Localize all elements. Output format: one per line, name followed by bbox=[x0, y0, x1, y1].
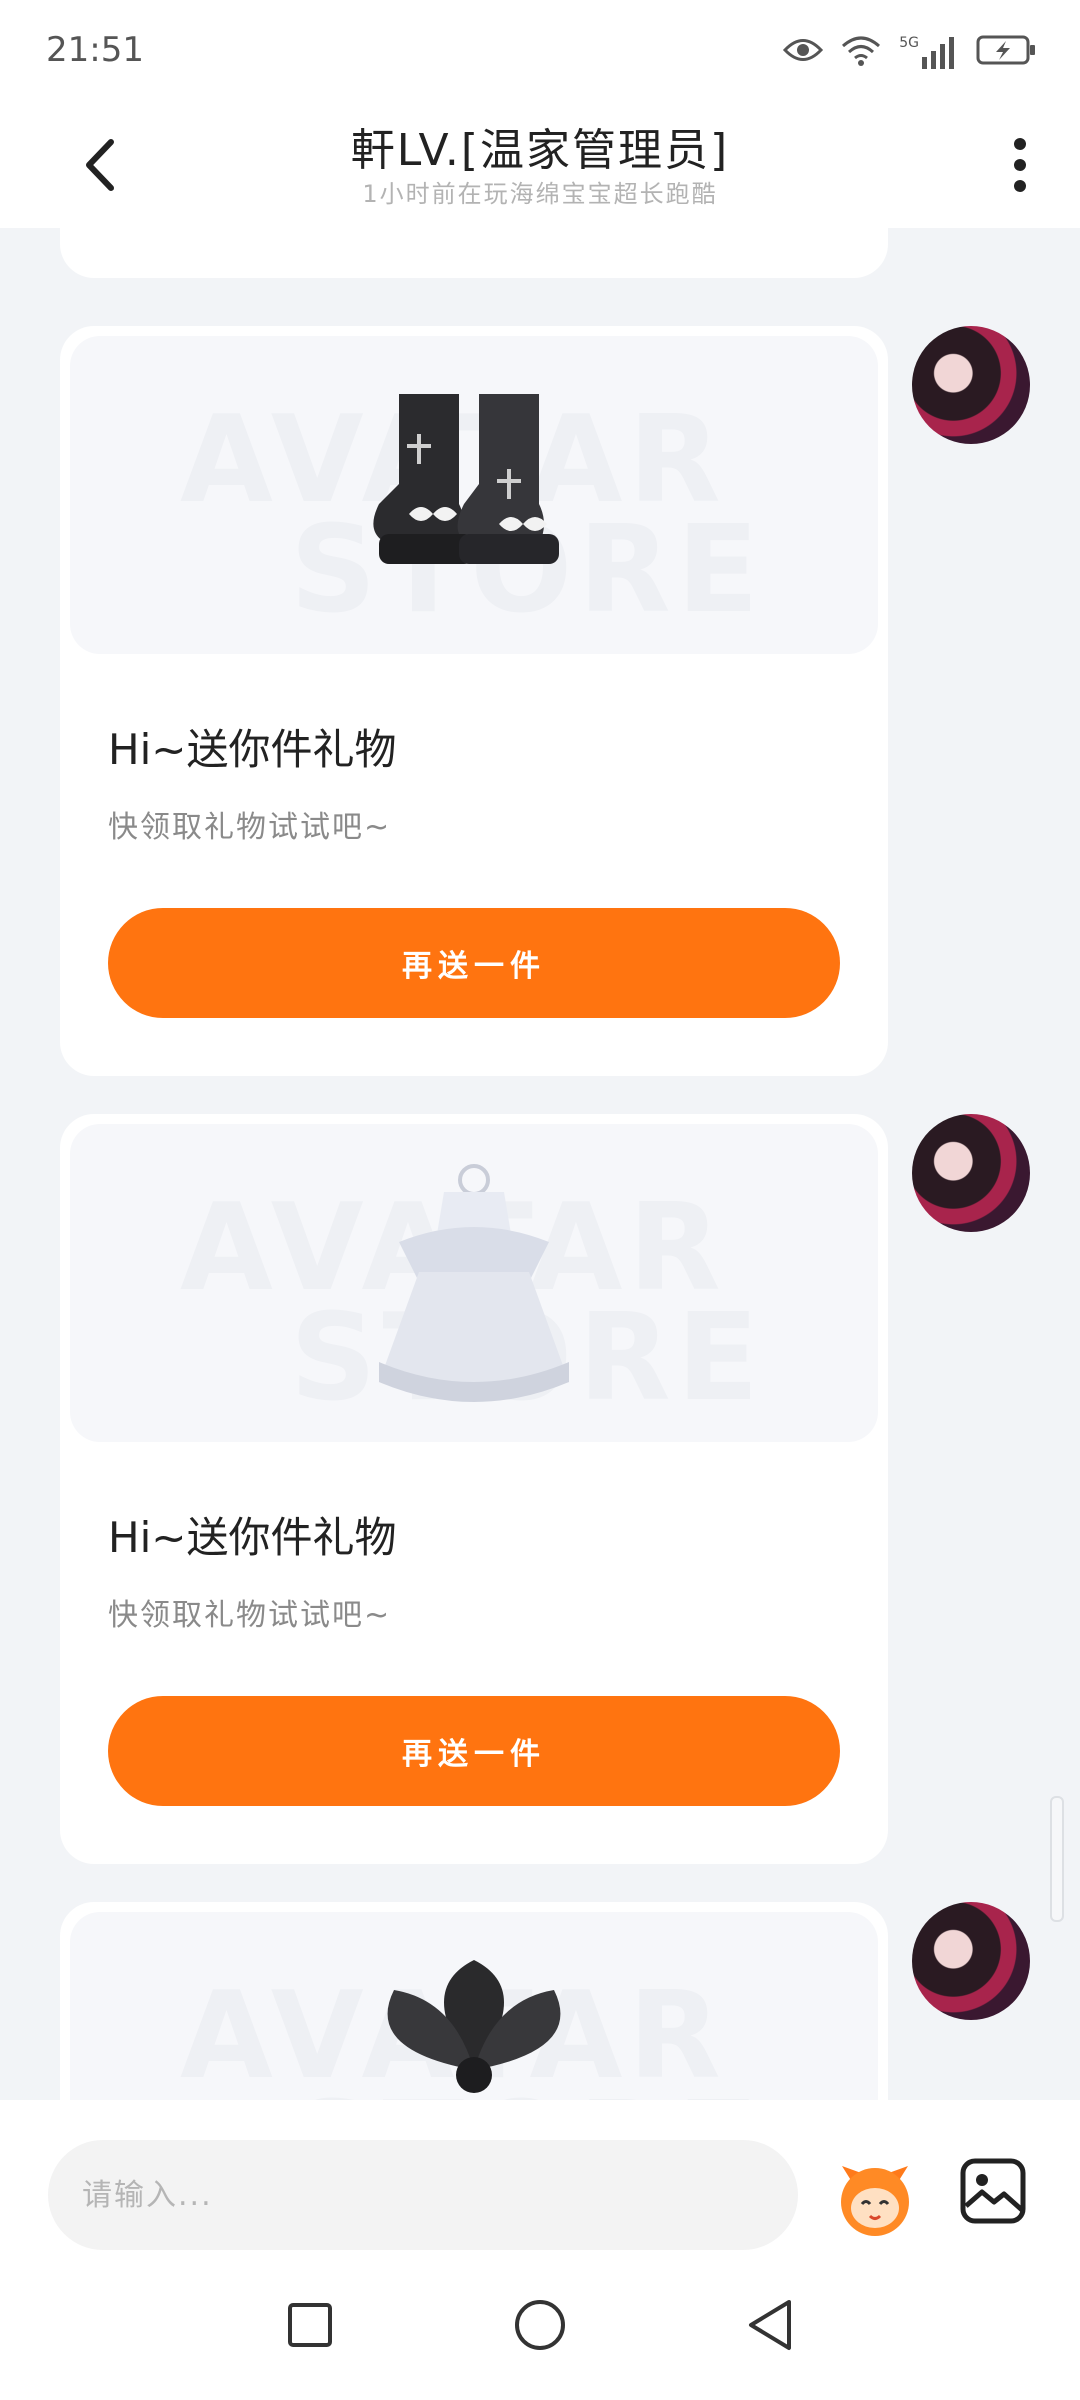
avatar[interactable] bbox=[912, 1114, 1030, 1232]
boots-icon bbox=[373, 394, 559, 564]
flower-hair-icon bbox=[387, 1960, 561, 2093]
gift-card: AVATARSTORE bbox=[60, 1902, 888, 2100]
chat-messages[interactable]: AVATARSTORE Hi~送你件礼物 快领取礼物试试吧~ 再送一件 AVAT… bbox=[0, 228, 1080, 2100]
image-icon bbox=[960, 2158, 1026, 2224]
eye-icon bbox=[783, 37, 824, 67]
network-type-label: 5G bbox=[899, 35, 919, 51]
chat-title: 軒LV.[温家管理员] bbox=[350, 125, 730, 176]
avatar[interactable] bbox=[912, 1902, 1030, 2020]
gift-image[interactable]: AVATARSTORE bbox=[70, 1124, 878, 1442]
signal-icon: 5G bbox=[899, 35, 958, 69]
chat-subtitle: 1小时前在玩海绵宝宝超长跑酷 bbox=[362, 180, 718, 208]
gift-card: AVATARSTORE Hi~送你件礼物 快领取礼物试试吧~ 再送一件 bbox=[60, 1114, 888, 1864]
gift-card-partial-top bbox=[60, 228, 888, 278]
back-nav-button[interactable] bbox=[735, 2290, 805, 2360]
chat-header: 軒LV.[温家管理员] 1小时前在玩海绵宝宝超长跑酷 bbox=[0, 110, 1080, 228]
status-time: 21:51 bbox=[46, 30, 144, 70]
circle-icon bbox=[515, 2300, 565, 2350]
gift-card: AVATARSTORE Hi~送你件礼物 快领取礼物试试吧~ 再送一件 bbox=[60, 326, 888, 1076]
gift-title: Hi~送你件礼物 bbox=[108, 1513, 397, 1562]
gift-description: 快领取礼物试试吧~ bbox=[108, 1598, 392, 1633]
gift-image[interactable]: AVATARSTORE bbox=[70, 336, 878, 654]
system-nav-bar bbox=[0, 2260, 1080, 2400]
gift-title: Hi~送你件礼物 bbox=[108, 725, 397, 774]
send-another-button[interactable]: 再送一件 bbox=[108, 1696, 840, 1806]
status-icons: 5G bbox=[783, 30, 1036, 74]
mascot-icon bbox=[841, 2166, 909, 2236]
scrollbar[interactable] bbox=[1050, 1796, 1064, 1922]
dress-icon bbox=[379, 1164, 569, 1402]
image-button[interactable] bbox=[958, 2156, 1028, 2226]
mascot-emoji-button[interactable] bbox=[832, 2154, 918, 2240]
gift-image[interactable]: AVATARSTORE bbox=[70, 1912, 878, 2100]
more-button[interactable] bbox=[1000, 130, 1040, 200]
more-vertical-icon bbox=[1014, 138, 1026, 192]
gift-description: 快领取礼物试试吧~ bbox=[108, 810, 392, 845]
battery-icon bbox=[976, 34, 1036, 70]
avatar[interactable] bbox=[912, 326, 1030, 444]
message-input[interactable] bbox=[48, 2140, 798, 2250]
recent-apps-button[interactable] bbox=[275, 2290, 345, 2360]
home-button[interactable] bbox=[505, 2290, 575, 2360]
triangle-back-icon bbox=[749, 2300, 791, 2350]
input-bar bbox=[0, 2100, 1080, 2260]
square-icon bbox=[288, 2303, 332, 2347]
status-bar: 21:51 5G bbox=[0, 0, 1080, 110]
send-another-button[interactable]: 再送一件 bbox=[108, 908, 840, 1018]
wifi-icon bbox=[841, 34, 881, 70]
